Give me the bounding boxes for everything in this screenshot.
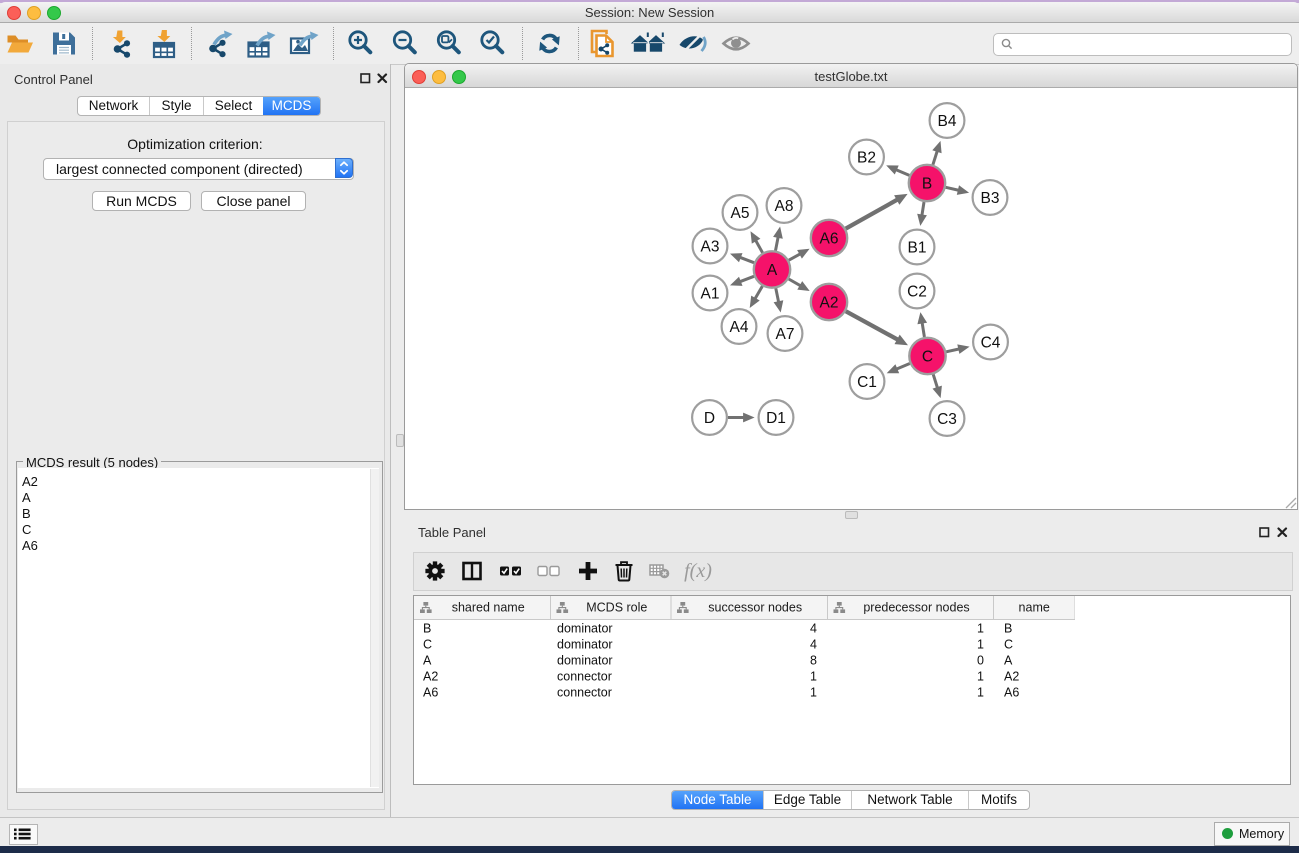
svg-text:A: A <box>423 654 432 668</box>
svg-text:name: name <box>1019 601 1050 615</box>
svg-text:A3: A3 <box>701 238 720 255</box>
svg-text:0: 0 <box>977 654 984 668</box>
svg-text:1: 1 <box>977 622 984 636</box>
svg-text:B: B <box>423 622 431 636</box>
svg-text:B2: B2 <box>857 149 876 166</box>
svg-text:A6: A6 <box>423 686 438 700</box>
svg-text:C3: C3 <box>937 411 957 428</box>
svg-text:A1: A1 <box>701 285 720 302</box>
svg-text:4: 4 <box>810 622 817 636</box>
svg-text:1: 1 <box>977 686 984 700</box>
svg-text:1: 1 <box>810 686 817 700</box>
svg-text:f(x): f(x) <box>684 560 712 582</box>
svg-text:predecessor nodes: predecessor nodes <box>863 601 969 615</box>
svg-text:C4: C4 <box>981 334 1001 351</box>
svg-text:B: B <box>922 175 932 192</box>
svg-text:A2: A2 <box>423 670 438 684</box>
svg-text:A2: A2 <box>820 294 839 311</box>
svg-text:B: B <box>1004 622 1012 636</box>
svg-text:A2: A2 <box>1004 670 1019 684</box>
svg-text:dominator: dominator <box>557 638 613 652</box>
svg-text:MCDS role: MCDS role <box>586 601 647 615</box>
svg-text:D: D <box>704 410 715 427</box>
svg-text:A8: A8 <box>775 198 794 215</box>
svg-text:connector: connector <box>557 670 612 684</box>
svg-text:4: 4 <box>810 638 817 652</box>
svg-text:B3: B3 <box>981 190 1000 207</box>
svg-text:C: C <box>922 348 933 365</box>
svg-text:C: C <box>423 638 432 652</box>
svg-text:1: 1 <box>977 638 984 652</box>
svg-text:1: 1 <box>810 670 817 684</box>
svg-text:successor nodes: successor nodes <box>708 601 802 615</box>
svg-text:B4: B4 <box>938 113 957 130</box>
svg-text:B1: B1 <box>908 239 927 256</box>
svg-text:shared name: shared name <box>452 601 525 615</box>
svg-text:A6: A6 <box>820 230 839 247</box>
svg-text:A: A <box>1004 654 1013 668</box>
svg-text:A5: A5 <box>731 205 750 222</box>
svg-text:A6: A6 <box>1004 686 1019 700</box>
svg-text:dominator: dominator <box>557 622 613 636</box>
svg-text:dominator: dominator <box>557 654 613 668</box>
svg-text:A4: A4 <box>730 319 749 336</box>
svg-text:connector: connector <box>557 686 612 700</box>
svg-text:D1: D1 <box>766 410 786 427</box>
svg-text:C1: C1 <box>857 374 877 391</box>
svg-text:A: A <box>767 262 778 279</box>
svg-text:8: 8 <box>810 654 817 668</box>
svg-text:A7: A7 <box>776 326 795 343</box>
svg-text:C: C <box>1004 638 1013 652</box>
svg-text:C2: C2 <box>907 283 927 300</box>
svg-text:1: 1 <box>977 670 984 684</box>
